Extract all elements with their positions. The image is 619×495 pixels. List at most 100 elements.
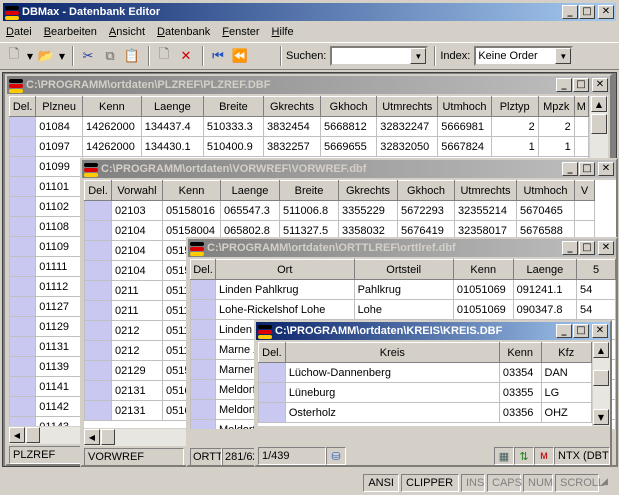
table-row[interactable]: 02103 05158016 065547.3 511006.8 3355229… xyxy=(84,200,595,221)
table-cell[interactable]: 01129 xyxy=(35,316,83,337)
table-cell[interactable]: 01143 xyxy=(35,416,83,426)
table-cell[interactable]: 5666981 xyxy=(437,116,492,137)
plzref-titlebar[interactable]: C:\PROGRAMM\ortdaten\PLZREF\PLZREF.DBF _… xyxy=(7,76,610,94)
scroll-left-icon[interactable]: ◀ xyxy=(9,427,25,443)
table-cell[interactable]: OHZ xyxy=(540,402,592,423)
menu-fenster[interactable]: Fenster xyxy=(216,26,265,38)
scroll-up-icon[interactable]: ▲ xyxy=(591,96,607,112)
table-row[interactable]: Lohe-Rickelshof Lohe Lohe 01051069 09034… xyxy=(190,299,616,320)
table-cell[interactable]: 02131 xyxy=(111,400,163,421)
table-cell[interactable]: 5669655 xyxy=(319,136,378,157)
search-combo[interactable]: ▼ xyxy=(330,46,429,66)
orttlref-titlebar[interactable]: C:\PROGRAMM\ortdaten\ORTTLREF\orttlref.d… xyxy=(188,239,616,257)
table-cell[interactable]: 0212 xyxy=(111,340,163,361)
close-button[interactable]: ✕ xyxy=(598,5,614,19)
table-cell[interactable]: Lüchow-Dannenberg xyxy=(284,362,500,383)
minimize-button[interactable]: _ xyxy=(562,162,578,176)
dropdown-arrow-icon[interactable]: ▼ xyxy=(26,46,34,66)
kreis-grid[interactable]: Del. Kreis Kenn Kfz Lüchow-Dannenberg 03… xyxy=(258,342,592,426)
column-header[interactable]: Laenge xyxy=(220,180,280,201)
table-cell[interactable]: 01084 xyxy=(35,116,83,137)
table-cell[interactable]: 01127 xyxy=(35,296,83,317)
scroll-thumb[interactable] xyxy=(593,370,609,386)
minimize-button[interactable]: _ xyxy=(556,324,572,338)
table-cell[interactable]: 03355 xyxy=(498,382,542,403)
table-cell[interactable]: Lohe xyxy=(353,299,454,320)
table-cell[interactable]: 5670465 xyxy=(516,200,575,221)
table-grid-icon[interactable]: ▦ xyxy=(494,447,514,465)
column-header[interactable]: Kenn xyxy=(452,259,514,280)
table-cell[interactable]: 3832454 xyxy=(262,116,321,137)
column-header[interactable]: Mpzk xyxy=(537,96,575,117)
menu-datenbank[interactable]: Datenbank xyxy=(151,26,216,38)
column-header[interactable]: 5 xyxy=(576,259,616,280)
kreis-titlebar[interactable]: C:\PROGRAMM\ortdaten\KREIS\KREIS.DBF _ □… xyxy=(256,322,610,340)
table-cell[interactable]: 03356 xyxy=(498,402,542,423)
previous-record-icon[interactable]: ⏪ xyxy=(230,46,250,66)
table-row[interactable]: Osterholz 03356 OHZ xyxy=(258,402,592,423)
index-combo[interactable]: Keine Order ▼ xyxy=(474,46,574,66)
open-folder-icon[interactable]: 📂 xyxy=(36,46,56,66)
table-cell[interactable]: 01109 xyxy=(35,236,83,257)
close-button[interactable]: ✕ xyxy=(598,162,614,176)
table-cell[interactable]: Pahlkrug xyxy=(353,279,454,300)
scroll-left-icon[interactable]: ◀ xyxy=(84,429,100,445)
dropdown-arrow-icon[interactable]: ▼ xyxy=(58,46,66,66)
column-header[interactable]: Kfz xyxy=(540,342,592,363)
table-row[interactable]: 01097 14262000 134430.1 510400.9 3832257… xyxy=(9,136,589,157)
table-cell[interactable]: 32832050 xyxy=(376,136,439,157)
table-cell[interactable]: Lohe-Rickelshof Lohe xyxy=(214,299,355,320)
memo-field-icon[interactable]: M xyxy=(534,447,554,465)
table-cell[interactable]: 090347.8 xyxy=(512,299,578,320)
table-cell[interactable]: 01051069 xyxy=(452,299,514,320)
table-cell[interactable]: 02131 xyxy=(111,380,163,401)
table-cell[interactable]: 511006.8 xyxy=(279,200,339,221)
column-header[interactable]: Kreis xyxy=(284,342,500,363)
close-button[interactable]: ✕ xyxy=(598,241,614,255)
table-cell[interactable]: 02129 xyxy=(111,360,163,381)
table-cell[interactable]: 03354 xyxy=(498,362,542,383)
column-header[interactable]: Gkhoch xyxy=(397,180,455,201)
table-cell[interactable]: 0211 xyxy=(111,300,163,321)
table-cell[interactable]: 54 xyxy=(576,279,616,300)
first-record-icon[interactable]: ⏮ xyxy=(208,46,228,66)
table-row[interactable]: 01084 14262000 134437.4 510333.3 3832454… xyxy=(9,116,589,137)
copy-icon[interactable]: ⧉ xyxy=(100,46,120,66)
table-cell[interactable]: 01101 xyxy=(35,176,83,197)
maximize-button[interactable]: □ xyxy=(573,324,589,338)
table-cell[interactable]: 510400.9 xyxy=(202,136,264,157)
table-cell[interactable] xyxy=(573,136,589,157)
horizontal-scrollbar[interactable]: ◀ xyxy=(84,429,188,446)
table-cell[interactable]: 01102 xyxy=(35,196,83,217)
maximize-button[interactable]: □ xyxy=(579,5,595,19)
cut-icon[interactable]: ✂ xyxy=(78,46,98,66)
table-cell[interactable]: 1 xyxy=(490,136,539,157)
chevron-down-icon[interactable]: ▼ xyxy=(410,48,427,64)
column-header[interactable]: M xyxy=(573,96,589,117)
table-cell[interactable]: 1 xyxy=(537,136,575,157)
maximize-button[interactable]: □ xyxy=(579,241,595,255)
table-cell[interactable]: 01051069 xyxy=(452,279,514,300)
menu-ansicht[interactable]: Ansicht xyxy=(103,26,151,38)
menu-hilfe[interactable]: Hilfe xyxy=(266,26,300,38)
table-cell[interactable]: 01131 xyxy=(35,336,83,357)
kreis-window[interactable]: C:\PROGRAMM\ortdaten\KREIS\KREIS.DBF _ □… xyxy=(254,320,612,467)
table-cell[interactable]: 14262000 xyxy=(81,136,142,157)
table-row[interactable]: Linden Pahlkrug Pahlkrug 01051069 091241… xyxy=(190,279,616,300)
table-cell[interactable]: 065547.3 xyxy=(220,200,280,221)
menu-datei[interactable]: Datei xyxy=(0,26,38,38)
table-row[interactable]: Lüchow-Dannenberg 03354 DAN xyxy=(258,362,592,383)
table-cell[interactable]: 01097 xyxy=(35,136,83,157)
table-cell[interactable]: 3355229 xyxy=(338,200,398,221)
table-cell[interactable]: 01108 xyxy=(35,216,83,237)
table-cell[interactable]: 05158016 xyxy=(162,200,221,221)
table-cell[interactable]: 0211 xyxy=(111,280,163,301)
vertical-scrollbar[interactable]: ▲ ▼ xyxy=(593,342,610,426)
table-cell[interactable]: 01141 xyxy=(35,376,83,397)
vorwref-titlebar[interactable]: C:\PROGRAMM\ortdaten\VORWREF\VORWREF.dbf… xyxy=(82,160,616,178)
minimize-button[interactable]: _ xyxy=(562,5,578,19)
table-cell[interactable]: 510333.3 xyxy=(202,116,264,137)
table-cell[interactable]: 091241.1 xyxy=(512,279,578,300)
column-header[interactable]: Ort xyxy=(214,259,355,280)
minimize-button[interactable]: _ xyxy=(556,78,572,92)
